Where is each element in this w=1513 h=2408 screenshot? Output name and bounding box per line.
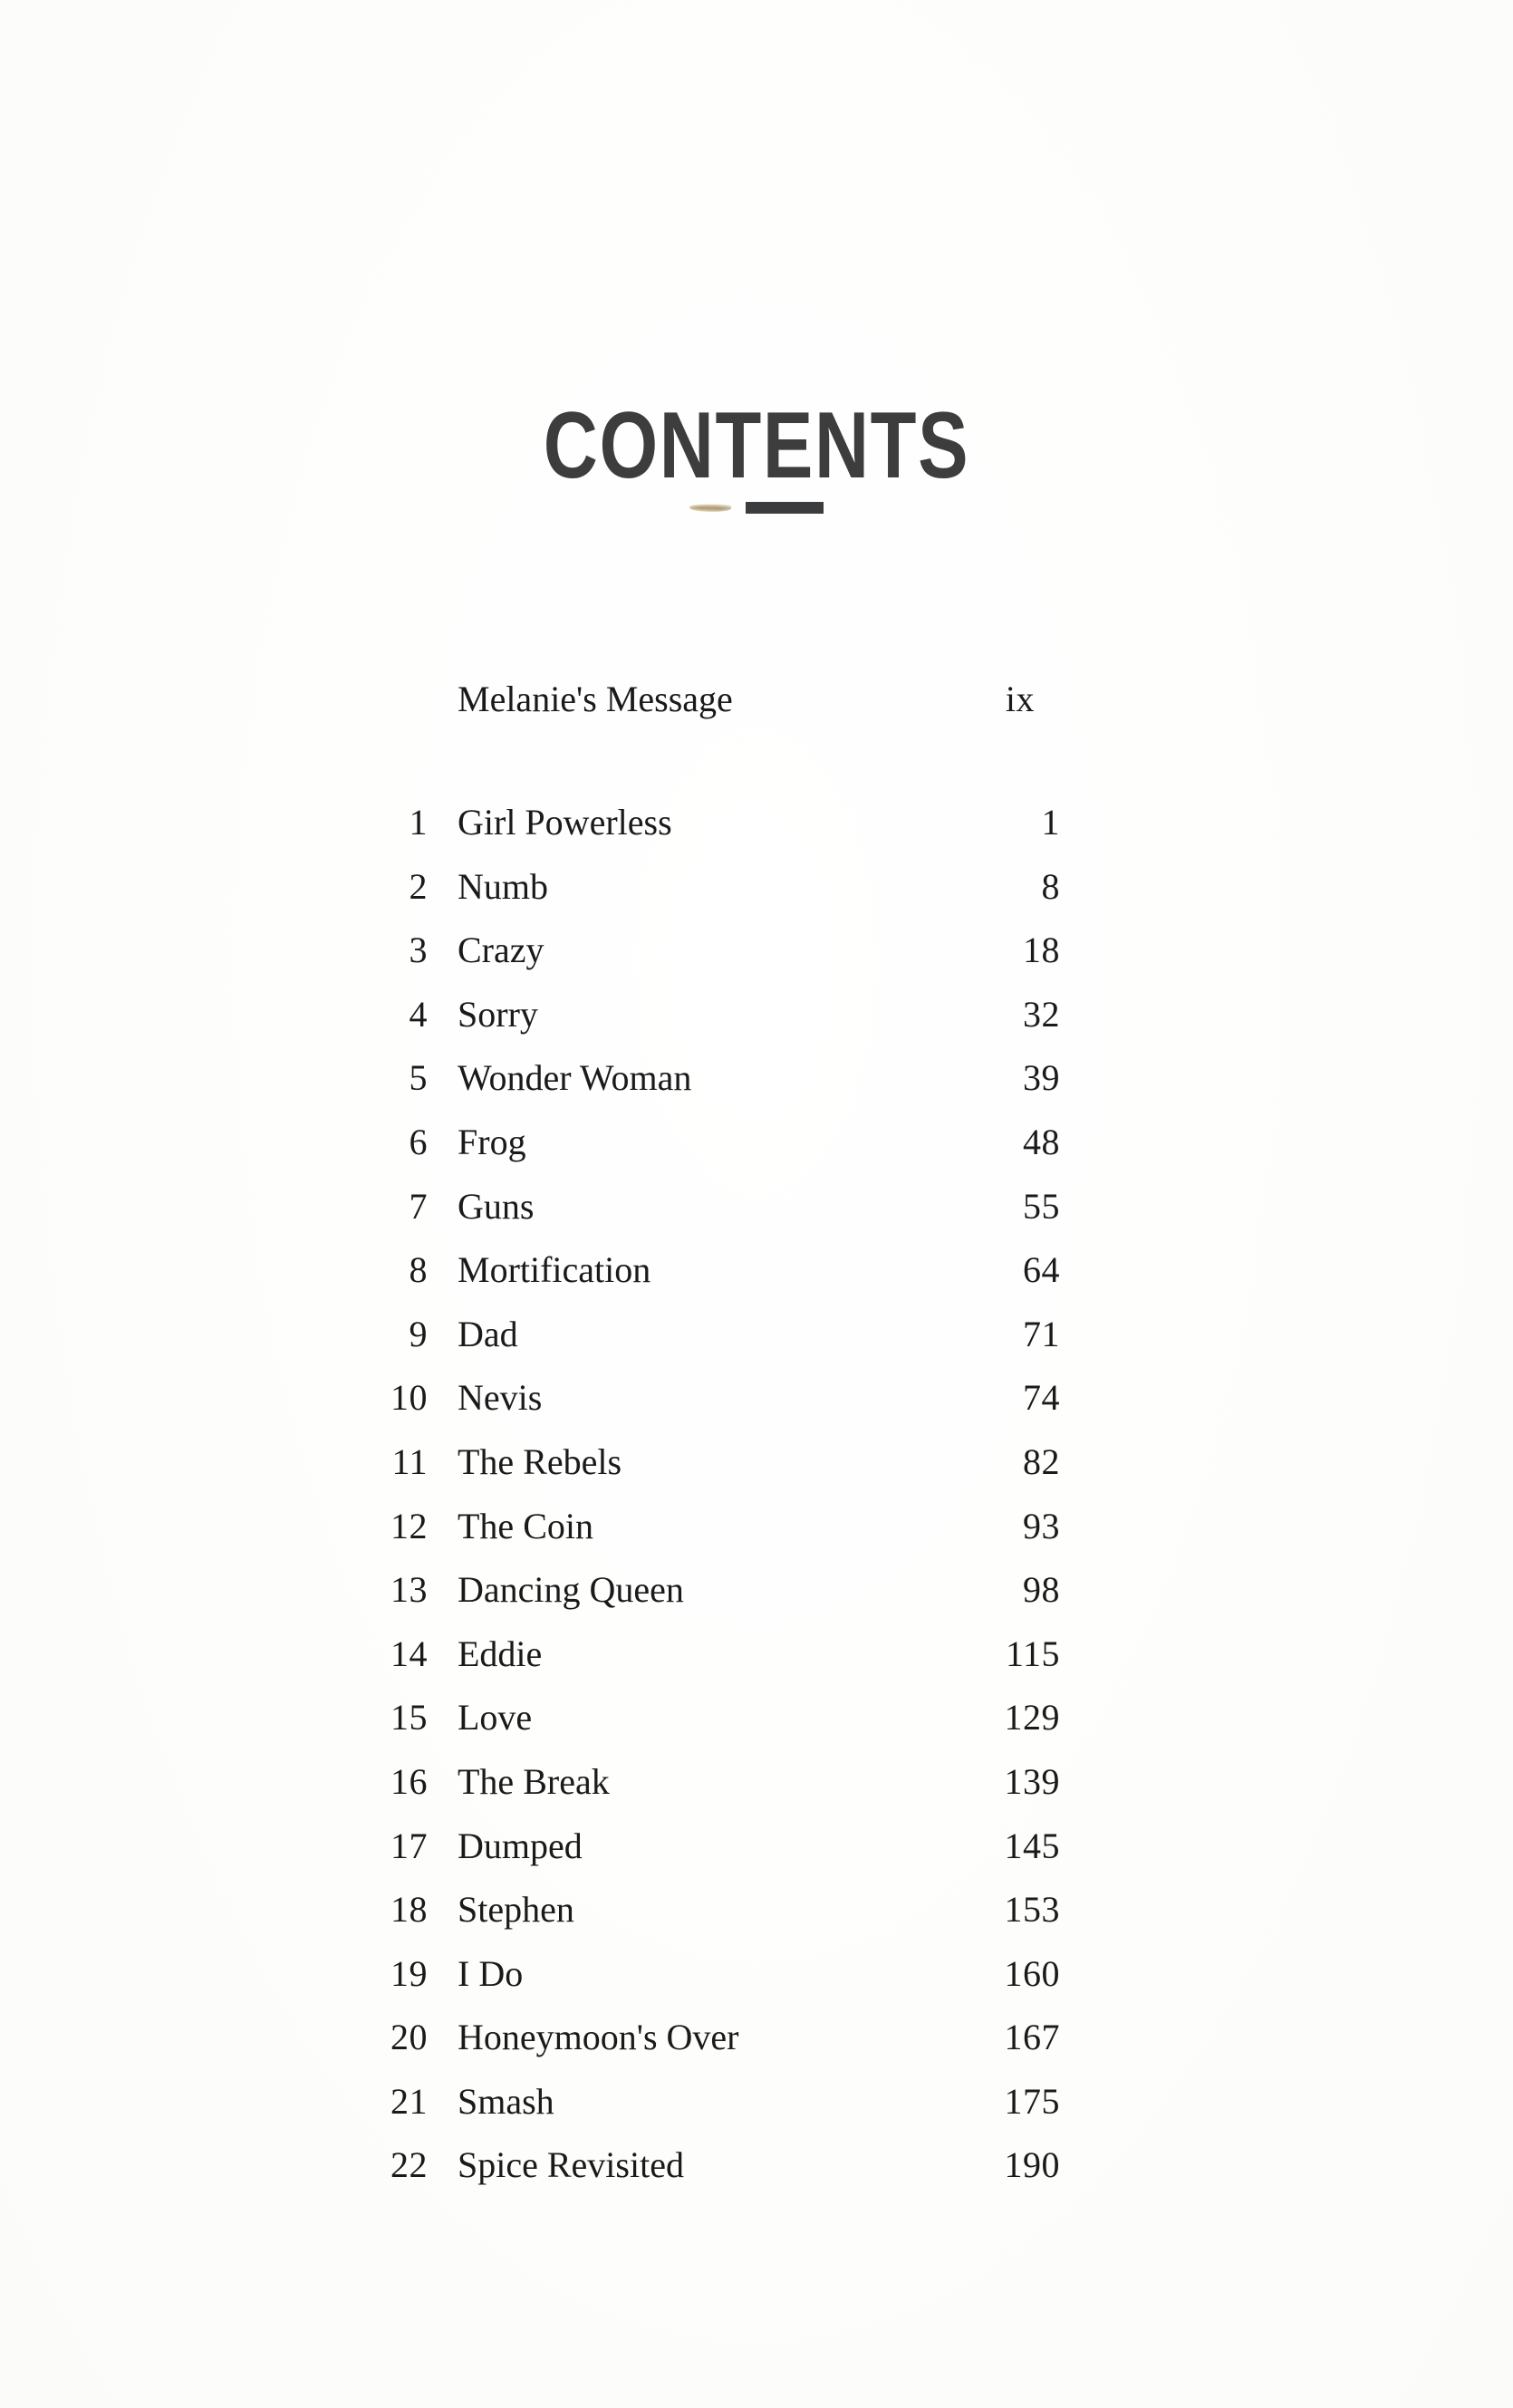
chapter-title: Honeymoon's Over: [458, 2017, 739, 2058]
chapter-row[interactable]: 20 Honeymoon's Over 167: [344, 2019, 1060, 2084]
chapter-page-number: 48: [1023, 1121, 1060, 1162]
chapter-page-number: 190: [1004, 2144, 1060, 2186]
chapter-page-number: 129: [1004, 1697, 1060, 1739]
chapter-title: Dad: [458, 1313, 518, 1354]
chapter-title: Love: [458, 1697, 533, 1739]
chapter-title: Girl Powerless: [458, 802, 672, 843]
chapter-title: Wonder Woman: [458, 1057, 692, 1099]
chapter-row[interactable]: 8 Mortification 64: [344, 1252, 1060, 1316]
chapter-number: 11: [391, 1440, 428, 1482]
chapter-page-number: 145: [1004, 1825, 1060, 1866]
chapter-row[interactable]: 14 Eddie 115: [344, 1633, 1060, 1700]
chapter-row[interactable]: 10 Nevis 74: [344, 1380, 1060, 1444]
chapter-row[interactable]: 7 Guns 55: [344, 1185, 1060, 1253]
chapter-title: Sorry: [458, 993, 538, 1035]
chapter-title: Spice Revisited: [458, 2144, 684, 2186]
chapter-page-number: 71: [1023, 1313, 1060, 1354]
chapter-number: 16: [390, 1760, 428, 1802]
chapter-page-number: 93: [1023, 1505, 1060, 1546]
chapter-row[interactable]: 11 The Rebels 82: [344, 1440, 1060, 1508]
chapter-number: 19: [390, 1952, 428, 1994]
front-matter-entry[interactable]: Melanie's Message ix: [458, 681, 1042, 718]
chapter-title: Mortification: [458, 1249, 651, 1291]
chapter-title: Crazy: [458, 929, 544, 971]
chapter-title: Eddie: [458, 1633, 543, 1674]
chapter-page-number: 167: [1004, 2017, 1060, 2058]
page-title: CONTENTS: [543, 392, 970, 498]
toc-page: CONTENTS Melanie's Message ix 1 Girl Powe…: [0, 0, 1513, 2408]
chapter-row[interactable]: 16 The Break 139: [344, 1760, 1060, 1828]
chapter-row[interactable]: 5 Wonder Woman 39: [344, 1060, 1060, 1124]
chapter-page-number: 1: [1041, 802, 1060, 843]
chapter-title: Nevis: [458, 1377, 543, 1419]
chapter-page-number: 153: [1004, 1889, 1060, 1931]
chapter-row[interactable]: 4 Sorry 32: [344, 993, 1060, 1061]
chapter-page-number: 18: [1023, 929, 1060, 971]
chapter-row[interactable]: 2 Numb 8: [344, 865, 1060, 933]
chapter-row[interactable]: 1 Girl Powerless 1: [344, 804, 1060, 869]
chapter-title: The Rebels: [458, 1440, 622, 1482]
chapter-page-number: 82: [1023, 1440, 1060, 1482]
chapter-number: 17: [390, 1825, 428, 1866]
chapter-title: Frog: [458, 1121, 526, 1162]
front-matter-title: Melanie's Message: [458, 679, 733, 719]
chapter-number: 15: [390, 1697, 428, 1739]
chapter-row[interactable]: 15 Love 129: [344, 1700, 1060, 1764]
chapter-row[interactable]: 3 Crazy 18: [344, 932, 1060, 997]
chapter-page-number: 32: [1023, 993, 1060, 1035]
chapter-number: 1: [409, 802, 428, 843]
chapter-title: Stephen: [458, 1889, 574, 1931]
chapter-title: I Do: [458, 1952, 524, 1994]
chapter-number: 9: [409, 1313, 428, 1354]
chapter-page-number: 98: [1023, 1569, 1060, 1611]
front-matter-page-number: ix: [1005, 679, 1035, 719]
ink-smudge-icon: [689, 503, 731, 512]
chapter-row[interactable]: 9 Dad 71: [344, 1313, 1060, 1381]
chapter-page-number: 8: [1041, 865, 1060, 907]
chapter-page-number: 115: [1005, 1633, 1060, 1674]
chapter-number: 12: [390, 1505, 428, 1546]
chapter-title: The Break: [458, 1760, 610, 1802]
chapter-number: 7: [409, 1185, 428, 1227]
chapter-title: The Coin: [458, 1505, 593, 1546]
chapter-number: 3: [409, 929, 428, 971]
chapter-number: 4: [409, 993, 428, 1035]
chapter-row[interactable]: 12 The Coin 93: [344, 1505, 1060, 1573]
chapter-number: 13: [390, 1569, 428, 1611]
chapter-row[interactable]: 18 Stephen 153: [344, 1892, 1060, 1956]
chapter-row[interactable]: 22 Spice Revisited 190: [344, 2147, 1060, 2211]
chapter-number: 6: [409, 1121, 428, 1162]
chapter-title: Numb: [458, 865, 548, 907]
chapter-number: 14: [390, 1633, 428, 1674]
chapter-page-number: 55: [1023, 1185, 1060, 1227]
chapter-row[interactable]: 6 Frog 48: [344, 1121, 1060, 1189]
chapter-row[interactable]: 13 Dancing Queen 98: [344, 1572, 1060, 1636]
chapter-row[interactable]: 17 Dumped 145: [344, 1825, 1060, 1893]
chapter-page-number: 139: [1004, 1760, 1060, 1802]
chapter-number: 22: [390, 2144, 428, 2186]
chapter-page-number: 74: [1023, 1377, 1060, 1419]
chapter-number: 21: [390, 2080, 428, 2122]
chapter-number: 10: [390, 1377, 428, 1419]
chapter-page-number: 64: [1023, 1249, 1060, 1291]
horizontal-rule-icon: [746, 501, 824, 514]
chapter-page-number: 175: [1004, 2080, 1060, 2122]
chapter-page-number: 39: [1023, 1057, 1060, 1099]
chapter-title: Dumped: [458, 1825, 583, 1866]
chapter-number: 8: [409, 1249, 428, 1291]
chapter-number: 5: [409, 1057, 428, 1099]
chapter-page-number: 160: [1004, 1952, 1060, 1994]
chapter-title: Guns: [458, 1185, 535, 1227]
section-divider-ornament: [0, 496, 1513, 518]
chapter-list: 1 Girl Powerless 1 2 Numb 8 3 Crazy 18 4 Sorry 32 5 W…: [344, 804, 1060, 2211]
chapter-number: 20: [390, 2017, 428, 2058]
chapter-title: Dancing Queen: [458, 1569, 684, 1611]
chapter-number: 2: [409, 865, 428, 907]
chapter-row[interactable]: 21 Smash 175: [344, 2080, 1060, 2148]
chapter-title: Smash: [458, 2080, 554, 2122]
chapter-row[interactable]: 19 I Do 160: [344, 1952, 1060, 2020]
chapter-number: 18: [390, 1889, 428, 1931]
